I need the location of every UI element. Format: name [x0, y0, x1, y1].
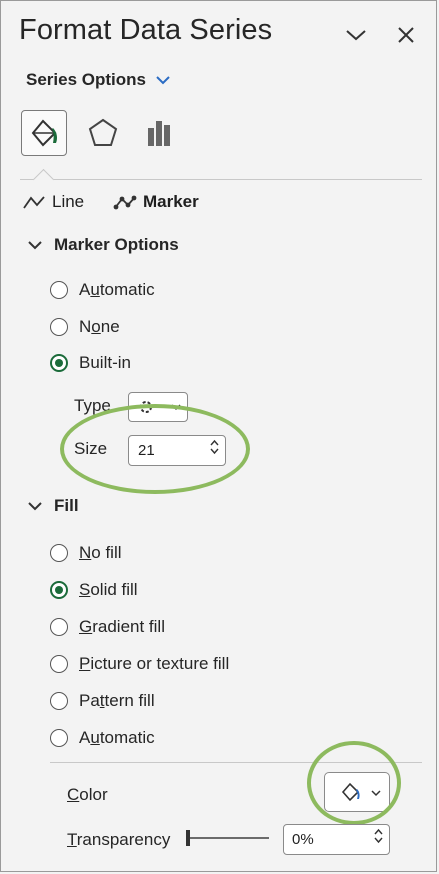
fill-heading: Fill	[54, 496, 79, 515]
marker-size-spinner[interactable]: 21	[128, 435, 226, 466]
fill-color-picker[interactable]	[324, 772, 390, 812]
subtab-line-label: Line	[52, 192, 85, 211]
radio-no-fill[interactable]: No fill	[50, 543, 122, 563]
radio-button-selected[interactable]	[50, 354, 68, 372]
pane-options-button[interactable]	[341, 20, 371, 50]
subtab-marker[interactable]: Marker	[113, 192, 199, 212]
bar-chart-icon	[148, 121, 170, 146]
spin-up-icon[interactable]	[374, 828, 383, 835]
radio-label: None	[79, 317, 120, 336]
radio-button[interactable]	[50, 729, 68, 747]
marker-options-heading: Marker Options	[54, 235, 179, 254]
line-icon	[23, 196, 45, 209]
spin-down-icon[interactable]	[374, 837, 383, 844]
pentagon-icon	[88, 118, 118, 146]
radio-label: Pattern fill	[79, 691, 155, 710]
close-icon	[398, 27, 414, 43]
radio-label: No fill	[79, 543, 122, 562]
chevron-down-icon	[28, 501, 42, 510]
radio-label: Automatic	[79, 728, 155, 747]
chevron-down-icon	[156, 75, 170, 84]
radio-picture-texture-fill[interactable]: Picture or texture fill	[50, 654, 229, 674]
radio-button[interactable]	[50, 618, 68, 636]
radio-label: Automatic	[79, 280, 155, 299]
radio-automatic-fill[interactable]: Automatic	[50, 728, 155, 748]
type-label: Type	[74, 396, 111, 415]
radio-button-selected[interactable]	[50, 581, 68, 599]
tab-fill-line[interactable]	[21, 110, 67, 156]
marker-size-value: 21	[138, 442, 155, 459]
size-label: Size	[74, 439, 108, 458]
radio-marker-automatic[interactable]: Automatic	[50, 280, 155, 300]
color-label: Color	[67, 785, 108, 804]
chevron-down-icon	[346, 30, 366, 41]
chevron-down-icon	[28, 240, 42, 249]
radio-gradient-fill[interactable]: Gradient fill	[50, 617, 165, 637]
paint-bucket-icon	[31, 119, 57, 147]
radio-marker-built-in[interactable]: Built-in	[50, 353, 131, 373]
transparency-spinner[interactable]: 0%	[283, 824, 390, 855]
close-pane-button[interactable]	[391, 20, 421, 50]
chevron-down-icon	[171, 404, 181, 411]
radio-button[interactable]	[50, 544, 68, 562]
marker-type-dropdown[interactable]	[128, 392, 188, 422]
transparency-label: Transparency	[67, 830, 171, 849]
transparency-value: 0%	[292, 831, 314, 848]
marker-shape-icon	[140, 401, 152, 413]
fill-section-header[interactable]: Fill	[28, 496, 79, 516]
chevron-down-icon	[371, 790, 381, 797]
radio-button[interactable]	[50, 281, 68, 299]
radio-button[interactable]	[50, 692, 68, 710]
transparency-slider-thumb[interactable]	[186, 830, 190, 846]
series-options-dropdown[interactable]: Series Options	[26, 70, 170, 90]
radio-button[interactable]	[50, 655, 68, 673]
radio-label: Picture or texture fill	[79, 654, 230, 673]
radio-pattern-fill[interactable]: Pattern fill	[50, 691, 155, 711]
tab-effects[interactable]	[80, 110, 126, 156]
radio-label: Solid fill	[79, 580, 138, 599]
fill-divider	[50, 762, 422, 763]
radio-label: Gradient fill	[79, 617, 165, 636]
tabs-divider	[20, 179, 422, 180]
radio-marker-none[interactable]: None	[50, 317, 120, 337]
tab-series-options[interactable]	[136, 110, 182, 156]
subtab-marker-label: Marker	[143, 192, 199, 211]
radio-button[interactable]	[50, 318, 68, 336]
spin-up-icon[interactable]	[210, 439, 219, 446]
marker-line-icon	[113, 195, 137, 210]
subtab-line[interactable]: Line	[22, 192, 84, 212]
pane-title: Format Data Series	[19, 14, 273, 46]
transparency-slider-track[interactable]	[189, 837, 269, 839]
marker-options-section-header[interactable]: Marker Options	[28, 235, 179, 255]
radio-solid-fill[interactable]: Solid fill	[50, 580, 138, 600]
radio-label: Built-in	[79, 353, 131, 372]
spin-down-icon[interactable]	[210, 448, 219, 455]
paint-bucket-icon	[341, 782, 360, 802]
series-options-label: Series Options	[26, 70, 146, 89]
